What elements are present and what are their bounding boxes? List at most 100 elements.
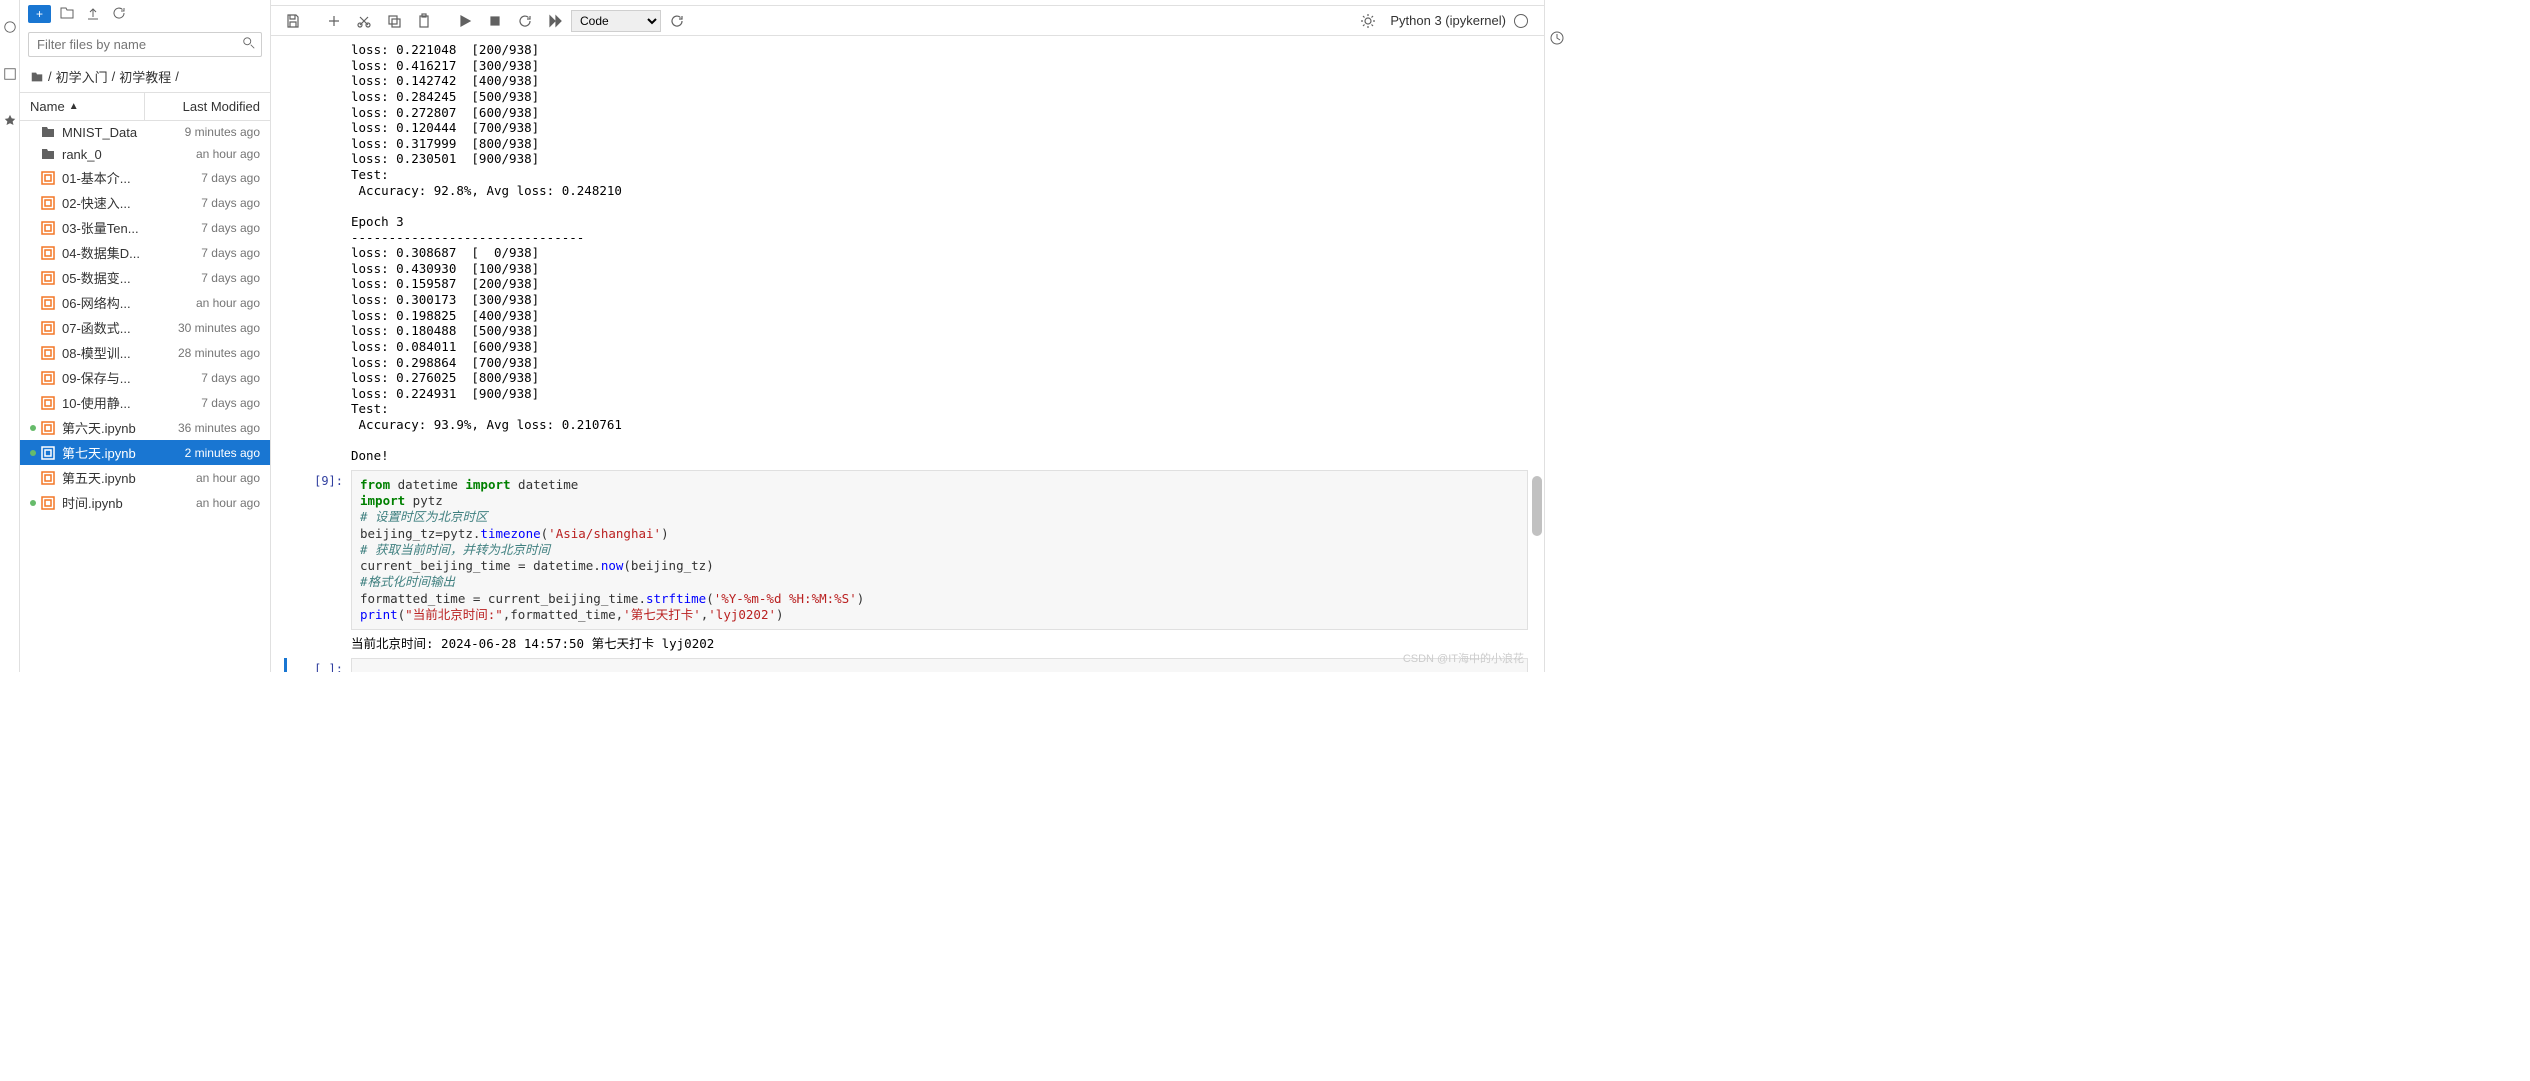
sidebar-icon[interactable]: [3, 67, 17, 84]
empty-code-cell[interactable]: [ ]:: [284, 658, 1528, 672]
file-row[interactable]: 06-网络构...an hour ago: [20, 290, 270, 315]
file-modified: 7 days ago: [152, 271, 260, 285]
render-button[interactable]: [663, 9, 691, 33]
new-launcher-button[interactable]: +: [28, 5, 51, 23]
file-row[interactable]: 02-快速入...7 days ago: [20, 190, 270, 215]
file-modified: 28 minutes ago: [152, 346, 260, 360]
kernel-settings-button[interactable]: [1354, 9, 1382, 33]
file-modified: an hour ago: [152, 296, 260, 310]
code-editor[interactable]: [352, 659, 1527, 672]
copy-button[interactable]: [380, 9, 408, 33]
file-name: 10-使用静...: [62, 393, 152, 412]
file-name: 03-张量Ten...: [62, 218, 152, 237]
file-modified: an hour ago: [152, 147, 260, 161]
run-button[interactable]: [451, 9, 479, 33]
file-name: rank_0: [62, 147, 152, 162]
insert-cell-button[interactable]: [320, 9, 348, 33]
output-cell: 当前北京时间: 2024-06-28 14:57:50 第七天打卡 lyj020…: [287, 632, 1528, 656]
code-editor[interactable]: from datetime import datetime import pyt…: [352, 471, 1527, 629]
notebook-icon: [40, 445, 56, 461]
save-button[interactable]: [279, 9, 307, 33]
notebook-icon: [40, 320, 56, 336]
file-modified: 2 minutes ago: [152, 446, 260, 460]
file-row[interactable]: 03-张量Ten...7 days ago: [20, 215, 270, 240]
file-name: 第七天.ipynb: [62, 443, 152, 462]
filter-input[interactable]: [28, 32, 262, 57]
sidebar-icon[interactable]: [3, 20, 17, 37]
file-browser-toolbar: +: [20, 0, 270, 28]
file-name: MNIST_Data: [62, 125, 152, 140]
running-indicator: [30, 500, 36, 506]
notebook-toolbar: Code Python 3 (ipykernel): [271, 6, 1544, 36]
restart-run-all-button[interactable]: [541, 9, 569, 33]
file-row[interactable]: MNIST_Data9 minutes ago: [20, 121, 270, 143]
file-modified: 36 minutes ago: [152, 421, 260, 435]
restart-button[interactable]: [511, 9, 539, 33]
notebook-icon: [40, 420, 56, 436]
column-name[interactable]: Name ▲: [20, 93, 144, 120]
folder-icon: [30, 70, 44, 84]
interrupt-button[interactable]: [481, 9, 509, 33]
breadcrumb[interactable]: / 初学入门 / 初学教程 /: [20, 61, 270, 92]
cell-prompt: [9]:: [287, 470, 351, 630]
file-list: MNIST_Data9 minutes agorank_0an hour ago…: [20, 121, 270, 672]
file-modified: 7 days ago: [152, 221, 260, 235]
notebook-icon: [40, 270, 56, 286]
code-output: 当前北京时间: 2024-06-28 14:57:50 第七天打卡 lyj020…: [351, 632, 1528, 656]
file-name: 第六天.ipynb: [62, 418, 152, 437]
file-row[interactable]: 第五天.ipynban hour ago: [20, 465, 270, 490]
notebook-icon: [40, 345, 56, 361]
file-name: 02-快速入...: [62, 193, 152, 212]
training-output: loss: 0.221048 [200/938] loss: 0.416217 …: [351, 38, 1528, 468]
file-name: 01-基本介...: [62, 168, 152, 187]
extension-icon[interactable]: [3, 114, 17, 131]
file-modified: 7 days ago: [152, 171, 260, 185]
file-modified: 9 minutes ago: [152, 125, 260, 139]
file-name: 时间.ipynb: [62, 493, 152, 512]
cut-button[interactable]: [350, 9, 378, 33]
file-name: 第五天.ipynb: [62, 468, 152, 487]
file-browser: + / 初学入门 / 初学教程 / Name ▲ Last Modified M…: [20, 0, 271, 672]
file-list-header: Name ▲ Last Modified: [20, 92, 270, 121]
kernel-status-icon: [1514, 14, 1528, 28]
file-row[interactable]: 08-模型训...28 minutes ago: [20, 340, 270, 365]
notebook-icon: [40, 395, 56, 411]
file-row[interactable]: 07-函数式...30 minutes ago: [20, 315, 270, 340]
file-row[interactable]: 09-保存与...7 days ago: [20, 365, 270, 390]
cell-prompt: [287, 632, 351, 656]
sort-arrow-icon: ▲: [69, 101, 79, 112]
new-folder-button[interactable]: [57, 3, 77, 26]
paste-button[interactable]: [410, 9, 438, 33]
file-modified: 30 minutes ago: [152, 321, 260, 335]
file-name: 05-数据变...: [62, 268, 152, 287]
file-row[interactable]: 10-使用静...7 days ago: [20, 390, 270, 415]
code-cell[interactable]: [9]: from datetime import datetime impor…: [287, 470, 1528, 630]
file-row[interactable]: 第七天.ipynb2 minutes ago: [20, 440, 270, 465]
file-modified: 7 days ago: [152, 371, 260, 385]
cell-prompt: [ ]:: [287, 658, 351, 672]
notebook-icon: [40, 295, 56, 311]
kernel-name[interactable]: Python 3 (ipykernel): [1390, 13, 1506, 28]
cell-type-select[interactable]: Code: [571, 10, 661, 32]
file-row[interactable]: 05-数据变...7 days ago: [20, 265, 270, 290]
notebook-icon: [40, 195, 56, 211]
file-name: 07-函数式...: [62, 318, 152, 337]
notebook-icon: [40, 245, 56, 261]
file-row[interactable]: 04-数据集D...7 days ago: [20, 240, 270, 265]
activity-bar: [0, 0, 20, 672]
column-modified[interactable]: Last Modified: [144, 93, 270, 120]
scrollbar-thumb[interactable]: [1532, 476, 1542, 536]
file-row[interactable]: 第六天.ipynb36 minutes ago: [20, 415, 270, 440]
refresh-button[interactable]: [109, 3, 129, 26]
file-name: 04-数据集D...: [62, 243, 152, 262]
notebook-icon: [40, 220, 56, 236]
file-name: 09-保存与...: [62, 368, 152, 387]
main-panel: Code Python 3 (ipykernel) loss: 0.221048…: [271, 0, 1544, 672]
file-row[interactable]: 01-基本介...7 days ago: [20, 165, 270, 190]
watermark: CSDN @IT海中的小浪花: [1403, 650, 1524, 666]
property-inspector-icon[interactable]: [1549, 30, 1565, 49]
file-row[interactable]: rank_0an hour ago: [20, 143, 270, 165]
upload-button[interactable]: [83, 3, 103, 26]
file-row[interactable]: 时间.ipynban hour ago: [20, 490, 270, 515]
notebook-icon: [40, 470, 56, 486]
